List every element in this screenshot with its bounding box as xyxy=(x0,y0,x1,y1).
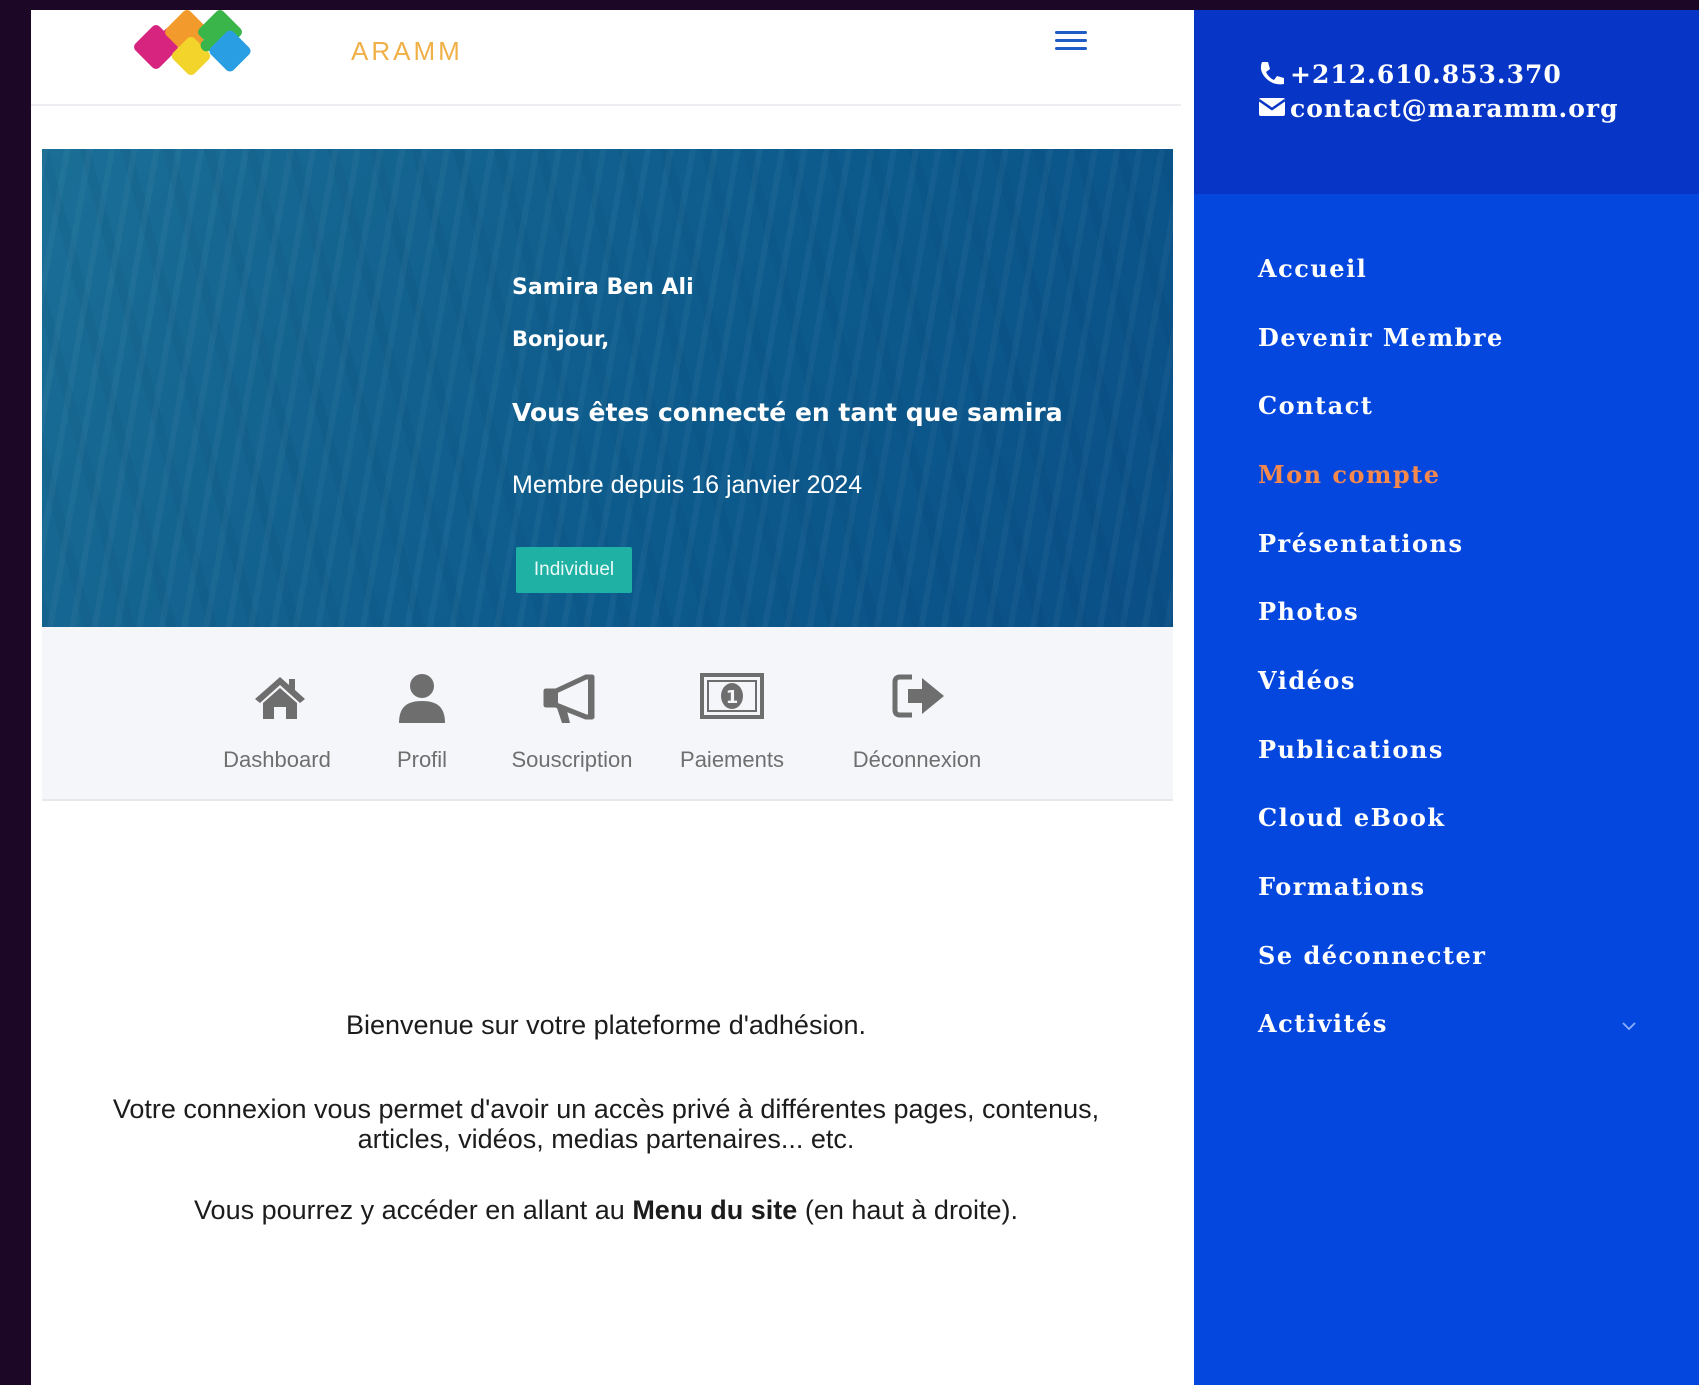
nav-item-videos[interactable]: Vidéos xyxy=(1258,666,1356,695)
logo-text: ARAMM xyxy=(351,36,463,66)
greeting: Bonjour, xyxy=(512,327,610,351)
member-since: Membre depuis 16 janvier 2024 xyxy=(512,471,863,499)
membership-badge: Individuel xyxy=(516,547,632,593)
account-nav-label: Paiements xyxy=(680,747,784,772)
chevron-down-icon[interactable] xyxy=(1620,1020,1638,1032)
puzzle-logo-icon xyxy=(134,10,251,76)
nav-item-devenir-membre[interactable]: Devenir Membre xyxy=(1258,323,1504,352)
site-logo[interactable]: ARAMM xyxy=(126,10,460,80)
sidebar-nav: Accueil Devenir Membre Contact Mon compt… xyxy=(1194,194,1699,1385)
welcome-title: Bienvenue sur votre plateforme d'adhésio… xyxy=(346,1010,866,1040)
user-icon xyxy=(399,674,445,723)
account-nav-souscription[interactable]: Souscription xyxy=(502,627,642,799)
sign-out-icon xyxy=(892,674,944,718)
profile-banner: Samira Ben Ali Bonjour, Vous êtes connec… xyxy=(42,149,1173,627)
account-nav-label: Profil xyxy=(396,747,448,772)
nav-item-presentations[interactable]: Présentations xyxy=(1258,529,1464,558)
phone-icon xyxy=(1260,62,1284,85)
menu-du-site-text: Menu du site xyxy=(632,1195,798,1225)
account-nav: Dashboard Profil Souscription 1 Paiement… xyxy=(42,627,1173,801)
main-panel: ARAMM Samira Ben Ali Bonjour, Vous êtes … xyxy=(31,10,1194,1385)
nav-item-formations[interactable]: Formations xyxy=(1258,872,1426,901)
connected-as: Vous êtes connecté en tant que samira xyxy=(512,398,1063,427)
email-line[interactable]: contact@maramm.org xyxy=(1258,94,1619,123)
sidebar-contact: +212.610.853.370 contact@maramm.org xyxy=(1194,10,1699,194)
nav-item-photos[interactable]: Photos xyxy=(1258,597,1359,626)
svg-text:1: 1 xyxy=(726,687,739,708)
nav-item-se-deconnecter[interactable]: Se déconnecter xyxy=(1258,941,1486,970)
user-name: Samira Ben Ali xyxy=(512,275,694,300)
account-nav-deconnexion[interactable]: Déconnexion xyxy=(842,627,992,799)
nav-item-cloud-ebook[interactable]: Cloud eBook xyxy=(1258,803,1446,832)
hamburger-icon[interactable] xyxy=(1055,26,1089,60)
phone-line[interactable]: +212.610.853.370 xyxy=(1258,60,1562,89)
site-header: ARAMM xyxy=(31,10,1181,106)
welcome-menu-hint: Vous pourrez y accéder en allant au Menu… xyxy=(194,1195,1018,1225)
money-icon: 1 xyxy=(700,673,764,719)
megaphone-icon xyxy=(543,674,595,723)
account-nav-label: Souscription xyxy=(511,747,633,772)
nav-item-accueil[interactable]: Accueil xyxy=(1258,254,1367,283)
account-nav-dashboard[interactable]: Dashboard xyxy=(217,627,337,799)
welcome-paragraph-line: articles, vidéos, medias partenaires... … xyxy=(357,1124,855,1154)
nav-item-activites[interactable]: Activités xyxy=(1258,1009,1388,1038)
welcome-paragraph-line: Votre connexion vous permet d'avoir un a… xyxy=(112,1094,1100,1124)
account-nav-label: Dashboard xyxy=(223,747,331,772)
account-nav-paiements[interactable]: 1 Paiements xyxy=(672,627,792,799)
welcome-paragraph: Votre connexion vous permet d'avoir un a… xyxy=(31,1094,1181,1154)
email-address: contact@maramm.org xyxy=(1290,94,1619,123)
nav-item-publications[interactable]: Publications xyxy=(1258,735,1444,764)
nav-item-contact[interactable]: Contact xyxy=(1258,391,1373,420)
nav-item-mon-compte[interactable]: Mon compte xyxy=(1258,460,1441,489)
account-nav-label: Déconnexion xyxy=(852,747,982,772)
home-icon xyxy=(255,677,305,719)
phone-number: +212.610.853.370 xyxy=(1290,60,1562,89)
envelope-icon xyxy=(1258,98,1286,116)
account-nav-profil[interactable]: Profil xyxy=(372,627,472,799)
